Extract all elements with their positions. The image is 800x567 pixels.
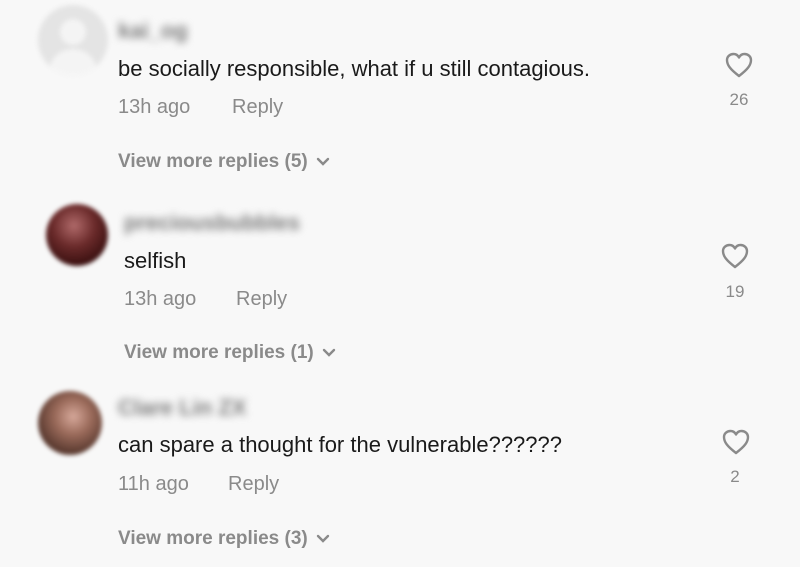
comment-username[interactable]: kai_og [118,18,188,44]
view-more-replies-label: View more replies (5) [118,151,308,172]
view-more-replies-label: View more replies (3) [118,528,308,549]
like-count: 19 [725,282,745,301]
comment-username[interactable]: preciousbubbles [124,210,300,236]
comment-time: 13h ago [124,288,197,310]
heart-outline-icon[interactable] [721,428,751,456]
chevron-down-icon [316,534,329,543]
view-more-replies-button[interactable]: View more replies (5) [118,151,330,173]
comment: Clare Lin ZX can spare a thought for the… [0,377,800,567]
chevron-down-icon [316,157,329,166]
chevron-down-icon [322,348,335,357]
avatar[interactable] [46,204,108,266]
heart-outline-icon[interactable] [724,51,754,79]
view-more-replies-button[interactable]: View more replies (1) [124,342,336,364]
view-more-replies-button[interactable]: View more replies (3) [118,528,330,550]
like-count: 2 [730,467,740,486]
reply-button[interactable]: Reply [232,96,283,119]
comment-text: can spare a thought for the vulnerable??… [118,432,562,457]
comment-time: 11h ago [118,473,189,495]
reply-button[interactable]: Reply [228,473,279,496]
person-placeholder-icon[interactable] [38,5,108,75]
comment-text: be socially responsible, what if u still… [118,56,591,81]
comment-username[interactable]: Clare Lin ZX [118,395,246,421]
comment: kai_og be socially responsible, what if … [0,0,800,190]
comment-text: selfish [124,248,187,273]
view-more-replies-label: View more replies (1) [124,342,314,363]
like-count: 26 [729,90,749,109]
comment: preciousbubbles selfish 13h ago Reply Vi… [0,190,800,380]
avatar[interactable] [38,391,102,455]
heart-outline-icon[interactable] [720,242,750,270]
comment-time: 13h ago [118,96,191,118]
reply-button[interactable]: Reply [236,288,287,311]
